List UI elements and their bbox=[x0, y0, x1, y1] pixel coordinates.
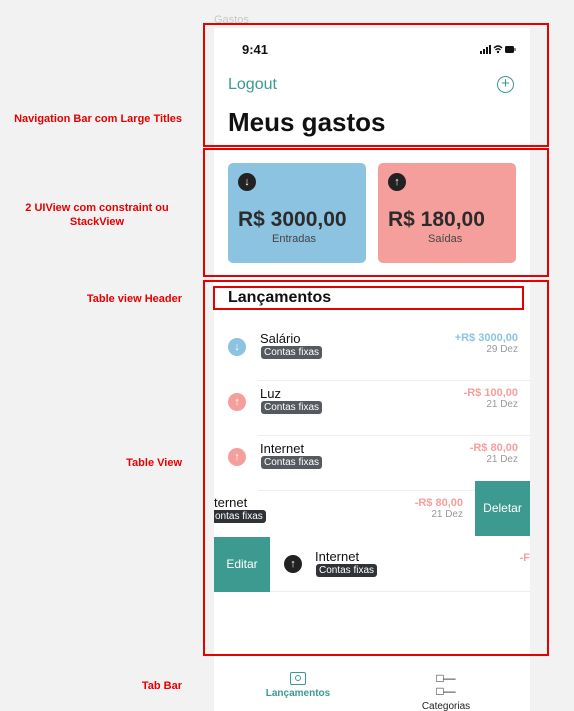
annotation-box-table-view bbox=[203, 280, 549, 656]
annotation-table-header: Table view Header bbox=[86, 293, 182, 305]
money-icon bbox=[290, 672, 306, 685]
tab-lancamentos[interactable]: Lançamentos bbox=[256, 672, 340, 699]
tab-lancamentos-label: Lançamentos bbox=[265, 688, 331, 699]
list-icon: □— □— bbox=[436, 671, 456, 698]
annotation-table-view: Table View bbox=[126, 457, 182, 469]
annotation-tab-bar: Tab Bar bbox=[141, 680, 182, 692]
tab-categorias-label: Categorias bbox=[421, 701, 471, 711]
tab-categorias[interactable]: □— □— Categorias bbox=[404, 672, 488, 711]
annotation-box-nav-bar bbox=[203, 23, 549, 147]
annotation-nav-bar: Navigation Bar com Large Titles bbox=[14, 113, 182, 125]
annotation-stack-view: 2 UIView com constraint ou StackView bbox=[25, 202, 169, 228]
annotation-box-stack-view bbox=[203, 148, 549, 277]
